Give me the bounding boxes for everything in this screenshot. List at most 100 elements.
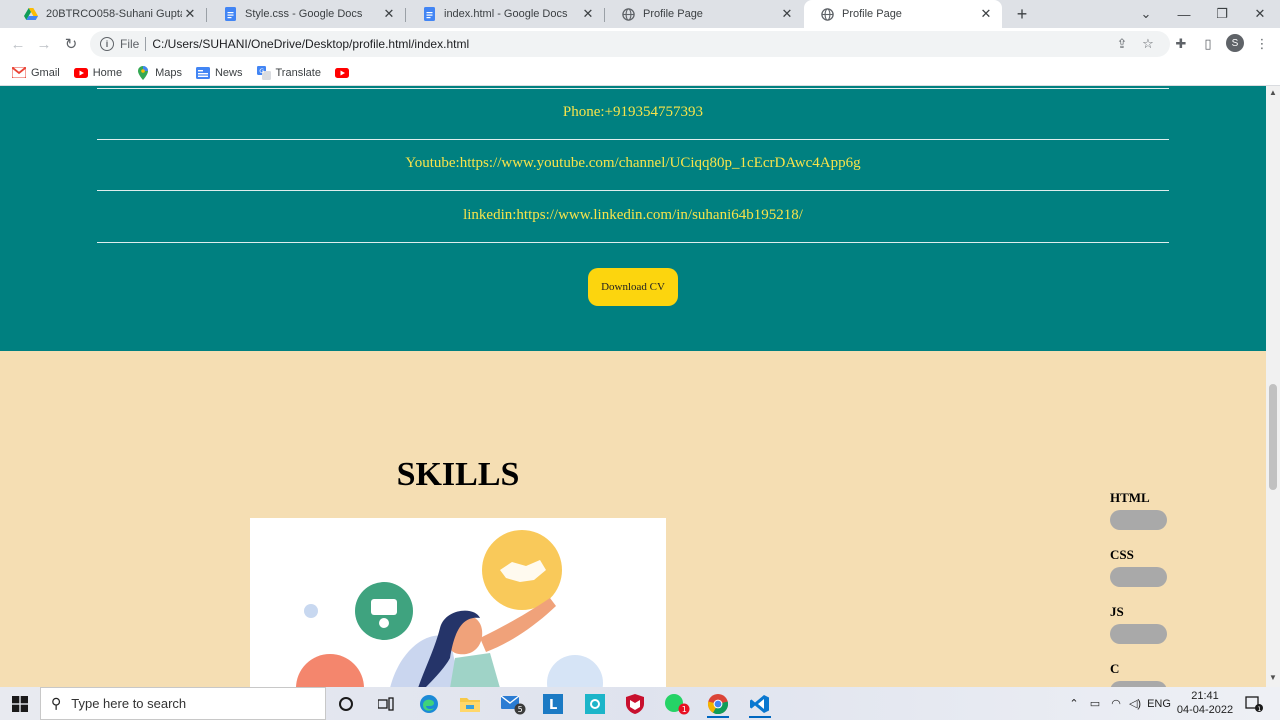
skill-bar-css bbox=[1110, 567, 1167, 587]
contact-youtube[interactable]: Youtube:https://www.youtube.com/channel/… bbox=[97, 155, 1169, 172]
tab-title: Style.css - Google Docs bbox=[245, 8, 363, 20]
tab-drive-doc[interactable]: 20BTRCO058-Suhani Gupta - Goo ✕ bbox=[8, 0, 206, 28]
tab-profile-page-active[interactable]: Profile Page ✕ bbox=[804, 0, 1002, 28]
scroll-up-arrow-icon[interactable]: ▲ bbox=[1266, 88, 1280, 100]
whatsapp-badge: 1 bbox=[682, 705, 687, 714]
contact-linkedin[interactable]: linkedin:https://www.linkedin.com/in/suh… bbox=[97, 207, 1169, 224]
mail-badge: 5 bbox=[518, 705, 523, 714]
whatsapp-icon[interactable]: 1 bbox=[660, 689, 694, 718]
browser-toolbar: ← → ↻ i File C:/Users/SUHANI/OneDrive/De… bbox=[0, 28, 1280, 60]
tab-style-css[interactable]: Style.css - Google Docs ✕ bbox=[207, 0, 405, 28]
news-icon bbox=[195, 66, 210, 80]
volume-icon[interactable]: ◁) bbox=[1126, 687, 1144, 720]
scroll-down-arrow-icon[interactable]: ▼ bbox=[1266, 673, 1280, 685]
chrome-icon[interactable] bbox=[701, 689, 735, 718]
vscode-icon[interactable] bbox=[743, 689, 777, 718]
back-arrow-icon[interactable]: ← bbox=[6, 32, 30, 56]
edge-icon[interactable] bbox=[412, 689, 446, 718]
l-app-icon[interactable]: L bbox=[536, 689, 570, 718]
bookmark-gmail[interactable]: Gmail bbox=[12, 66, 60, 80]
maps-icon bbox=[136, 65, 150, 80]
profile-avatar[interactable]: S bbox=[1226, 34, 1244, 52]
notifications-icon[interactable]: 1 bbox=[1242, 687, 1266, 720]
close-tab-icon[interactable]: ✕ bbox=[580, 6, 596, 22]
taskbar-clock[interactable]: 21:41 04-04-2022 bbox=[1172, 689, 1238, 717]
restore-icon[interactable]: ❐ bbox=[1203, 0, 1241, 28]
close-tab-icon[interactable]: ✕ bbox=[779, 6, 795, 22]
language-indicator[interactable]: ENG bbox=[1146, 687, 1172, 720]
globe-icon bbox=[621, 7, 635, 21]
tab-profile-page[interactable]: Profile Page ✕ bbox=[605, 0, 803, 28]
google-docs-icon bbox=[422, 7, 436, 21]
tray-chevron-up-icon[interactable]: ⌃ bbox=[1066, 687, 1082, 720]
skill-label-js: JS bbox=[1110, 604, 1124, 619]
bookmark-label: Home bbox=[92, 66, 123, 79]
divider bbox=[97, 88, 1169, 89]
divider bbox=[97, 139, 1169, 140]
info-icon[interactable]: i bbox=[100, 37, 114, 51]
close-tab-icon[interactable]: ✕ bbox=[182, 6, 198, 22]
task-view-icon[interactable] bbox=[369, 689, 403, 718]
bookmark-maps[interactable]: Maps bbox=[136, 65, 182, 80]
tab-search-chevron-icon[interactable]: ⌄ bbox=[1127, 0, 1165, 28]
cortana-icon[interactable] bbox=[329, 689, 363, 718]
search-icon: ⚲ bbox=[51, 695, 62, 711]
address-url[interactable]: C:/Users/SUHANI/OneDrive/Desktop/profile… bbox=[152, 37, 469, 51]
mcafee-shield-icon[interactable] bbox=[618, 689, 652, 718]
address-divider bbox=[145, 37, 147, 51]
bookmark-youtube[interactable] bbox=[334, 66, 354, 80]
clock-time: 21:41 bbox=[1191, 690, 1219, 702]
new-tab-button[interactable]: + bbox=[1012, 4, 1032, 24]
youtube-icon bbox=[73, 66, 88, 80]
bookmark-label: Translate bbox=[275, 66, 321, 79]
extensions-puzzle-icon[interactable]: ✚ bbox=[1171, 34, 1191, 54]
address-scheme: File bbox=[120, 37, 140, 51]
globe-icon bbox=[820, 7, 834, 21]
close-window-icon[interactable]: ✕ bbox=[1241, 0, 1279, 28]
tab-index-html[interactable]: index.html - Google Docs ✕ bbox=[406, 0, 604, 28]
teal-app-icon[interactable] bbox=[578, 689, 612, 718]
file-explorer-icon[interactable] bbox=[453, 689, 487, 718]
bookmark-label: Gmail bbox=[31, 66, 60, 79]
contact-section: Phone:+919354757393 Youtube:https://www.… bbox=[0, 86, 1266, 351]
windows-logo-icon bbox=[12, 695, 28, 712]
translate-icon: G bbox=[256, 65, 271, 80]
bookmark-label: Maps bbox=[155, 66, 182, 79]
skills-illustration bbox=[250, 518, 666, 687]
bookmark-translate[interactable]: G Translate bbox=[256, 65, 321, 80]
reload-icon[interactable]: ↻ bbox=[59, 32, 83, 56]
download-cv-button[interactable]: Download CV bbox=[588, 268, 678, 306]
taskbar-search[interactable]: ⚲ Type here to search bbox=[40, 687, 326, 720]
skill-label-css: CSS bbox=[1110, 547, 1134, 562]
contact-phone[interactable]: Phone:+919354757393 bbox=[97, 104, 1169, 121]
google-drive-icon bbox=[24, 7, 38, 21]
forward-arrow-icon[interactable]: → bbox=[32, 32, 56, 56]
address-bar[interactable]: i File C:/Users/SUHANI/OneDrive/Desktop/… bbox=[90, 31, 1170, 57]
minimize-icon[interactable]: — bbox=[1165, 0, 1203, 28]
bookmark-home[interactable]: Home bbox=[73, 66, 123, 80]
bookmark-star-icon[interactable]: ☆ bbox=[1138, 34, 1158, 54]
windows-taskbar: ⚲ Type here to search 5 L 1 ⌃ ▭ ◠ ◁) ENG… bbox=[0, 687, 1280, 720]
close-tab-icon[interactable]: ✕ bbox=[978, 6, 994, 22]
tab-title: 20BTRCO058-Suhani Gupta - Goo bbox=[46, 8, 182, 20]
tab-strip: 20BTRCO058-Suhani Gupta - Goo ✕ Style.cs… bbox=[0, 0, 1280, 28]
windows-start-button[interactable] bbox=[0, 687, 40, 720]
tab-title: index.html - Google Docs bbox=[444, 8, 568, 20]
google-docs-icon bbox=[223, 7, 237, 21]
skills-heading: SKILLS bbox=[396, 456, 520, 493]
skill-bar-html bbox=[1110, 510, 1167, 530]
notification-count: 1 bbox=[1257, 704, 1261, 711]
side-panel-icon[interactable]: ▯ bbox=[1198, 34, 1218, 54]
menu-kebab-icon[interactable]: ⋮ bbox=[1252, 34, 1272, 54]
share-icon[interactable]: ⇪ bbox=[1112, 34, 1132, 54]
close-tab-icon[interactable]: ✕ bbox=[381, 6, 397, 22]
bookmark-news[interactable]: News bbox=[195, 66, 243, 80]
clock-date: 04-04-2022 bbox=[1176, 704, 1234, 716]
skill-label-html: HTML bbox=[1110, 490, 1150, 505]
mail-icon[interactable]: 5 bbox=[496, 689, 530, 718]
youtube-icon bbox=[334, 66, 349, 80]
battery-icon[interactable]: ▭ bbox=[1087, 687, 1103, 720]
page-scrollbar[interactable]: ▲ ▼ bbox=[1266, 86, 1280, 687]
wifi-icon[interactable]: ◠ bbox=[1107, 687, 1125, 720]
scroll-thumb[interactable] bbox=[1269, 384, 1277, 490]
